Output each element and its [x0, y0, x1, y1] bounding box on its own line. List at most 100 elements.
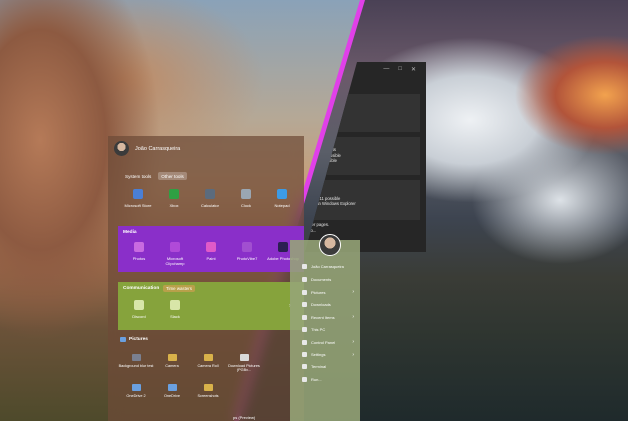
downloads-icon: [302, 301, 307, 307]
app-tile[interactable]: Xbox: [156, 189, 192, 208]
classic-menu-item-label: Documents: [311, 276, 332, 282]
picture-folder-tile[interactable]: Camera: [154, 354, 190, 373]
media-tile[interactable]: Microsoft Clipchamp: [157, 242, 193, 266]
app-tile-label: Notepad: [274, 203, 290, 208]
tab-bar: System tools Other tools: [122, 172, 187, 180]
folder-icon: [239, 354, 249, 361]
communication-tile[interactable]: Slack: [157, 300, 193, 319]
picture-folder-tile-label: OneDrive: [163, 394, 181, 398]
media-tile[interactable]: PhotoVibe7: [229, 242, 265, 266]
classic-menu-item[interactable]: Run...: [302, 376, 354, 382]
classic-menu-item-label: This PC: [311, 326, 326, 332]
pictures-row-2: OneDrive 2 OneDrive Screenshots: [118, 384, 226, 398]
notepad-icon: [277, 189, 287, 199]
classic-menu-avatar[interactable]: [319, 234, 341, 256]
picture-folder-tile-label: Camera Roll: [197, 364, 219, 368]
pc-icon: [302, 326, 307, 332]
terminal-icon: [302, 364, 307, 369]
classic-menu-item[interactable]: Settings ›: [302, 352, 354, 358]
pictures-row-1: Background blur test Camera Camera Roll Dow…: [118, 354, 262, 373]
app-tile[interactable]: Clock: [228, 189, 264, 208]
classic-menu-item[interactable]: Pictures ›: [302, 289, 354, 295]
app-tile-label: Clock: [240, 203, 251, 208]
communication-row: Discord Slack: [121, 300, 193, 319]
user-name: João Carrasqueira: [135, 145, 181, 152]
gear-icon: [302, 352, 307, 357]
communication-group-title: Communication: [123, 286, 160, 291]
media-tile-label: Microsoft Clipchamp: [165, 256, 185, 266]
picture-folder-tile[interactable]: Camera Roll: [190, 354, 226, 373]
classic-start-menu: João Carrasqueira Documents Pictures › Downl…: [290, 234, 360, 421]
avatar[interactable]: [114, 141, 129, 156]
user-row[interactable]: João Carrasqueira: [114, 141, 180, 156]
folder-icon: [167, 384, 177, 391]
picture-folder-tile-label: OneDrive 2: [126, 394, 146, 398]
folder-icon: [203, 384, 213, 391]
folder-icon: [167, 354, 177, 361]
app-tile-label: Calculator: [200, 203, 219, 208]
classic-menu-item[interactable]: Recent Items ›: [302, 314, 354, 320]
picture-folder-tile[interactable]: Screenshots: [190, 384, 226, 398]
communication-tile[interactable]: Discord: [121, 300, 157, 319]
media-tile[interactable]: Photos: [121, 242, 157, 266]
minimize-button[interactable]: —: [383, 66, 389, 73]
store-icon: [133, 189, 143, 199]
maximize-button[interactable]: □: [398, 66, 402, 73]
app-tile[interactable]: Calculator: [192, 189, 228, 208]
classic-menu-item-label: Recent Items: [311, 314, 335, 320]
classic-menu-item[interactable]: Documents: [302, 276, 354, 282]
time-wasters-badge[interactable]: Time wasters: [163, 285, 195, 292]
calculator-icon: [205, 189, 215, 199]
xbox-icon: [169, 189, 179, 199]
classic-menu-item-label: Settings: [311, 352, 326, 357]
tab-other-tools[interactable]: Other tools: [158, 172, 187, 180]
start-menu-panel: João Carrasqueira System tools Other too…: [108, 136, 304, 421]
classic-menu-item[interactable]: Control Panel ›: [302, 339, 354, 345]
classic-menu-item-label: Terminal: [311, 364, 327, 369]
clipchamp-icon: [170, 242, 180, 252]
photos-icon: [134, 242, 144, 252]
communication-tile-label: Discord: [132, 314, 146, 319]
app-tile[interactable]: Microsoft Store: [120, 189, 156, 208]
picture-folder-tile[interactable]: OneDrive 2: [118, 384, 154, 398]
app-tile[interactable]: Notepad: [264, 189, 300, 208]
classic-menu-item[interactable]: João Carrasqueira: [302, 264, 354, 269]
picture-folder-tile[interactable]: Background blur test: [118, 354, 154, 373]
recent-icon: [302, 314, 307, 320]
system-tools-row: Microsoft Store Xbox Calculator Clock Notepa…: [120, 189, 300, 208]
classic-menu-item-label: Run...: [311, 376, 322, 382]
pictures-folder-icon: [120, 337, 126, 342]
close-button[interactable]: ✕: [411, 66, 416, 73]
picture-folder-tile-label: Screenshots: [197, 394, 219, 398]
classic-menu-item[interactable]: Terminal: [302, 364, 354, 369]
photovibe-icon: [242, 242, 252, 252]
media-group: Media Photos Microsoft Clipchamp Paint Phot…: [118, 226, 304, 272]
pictures-header[interactable]: Pictures: [120, 337, 148, 342]
preview-label: ps (Preview): [233, 415, 256, 420]
classic-menu-item-label: João Carrasqueira: [311, 264, 344, 269]
app-tile-label: Xbox: [169, 203, 179, 208]
picture-folder-tile-label: Download Pictures (PGBx...: [228, 364, 260, 373]
media-tile-label: Paint: [206, 256, 216, 261]
chevron-right-icon: ›: [352, 339, 354, 345]
media-tile-label: PhotoVibe7: [236, 256, 258, 261]
classic-menu-item[interactable]: Downloads: [302, 301, 354, 307]
pictures-title: Pictures: [129, 337, 148, 342]
media-tile[interactable]: Paint: [193, 242, 229, 266]
classic-menu-item-label: Control Panel: [311, 339, 336, 345]
run-icon: [302, 376, 307, 382]
documents-icon: [302, 276, 307, 282]
media-group-title: Media: [123, 230, 137, 235]
discord-icon: [134, 300, 144, 310]
picture-folder-tile[interactable]: OneDrive: [154, 384, 190, 398]
classic-menu-item[interactable]: This PC: [302, 326, 354, 332]
window-controls: — □ ✕: [383, 66, 416, 73]
classic-menu-item-label: Pictures: [311, 289, 326, 295]
user-icon: [302, 264, 307, 269]
app-tile-label: Microsoft Store: [124, 203, 152, 208]
pictures-icon: [302, 289, 307, 295]
picture-folder-tile[interactable]: Download Pictures (PGBx...: [226, 354, 262, 373]
picture-folder-tile-label: Camera: [165, 364, 179, 368]
tab-system-tools[interactable]: System tools: [122, 172, 154, 180]
slack-icon: [170, 300, 180, 310]
